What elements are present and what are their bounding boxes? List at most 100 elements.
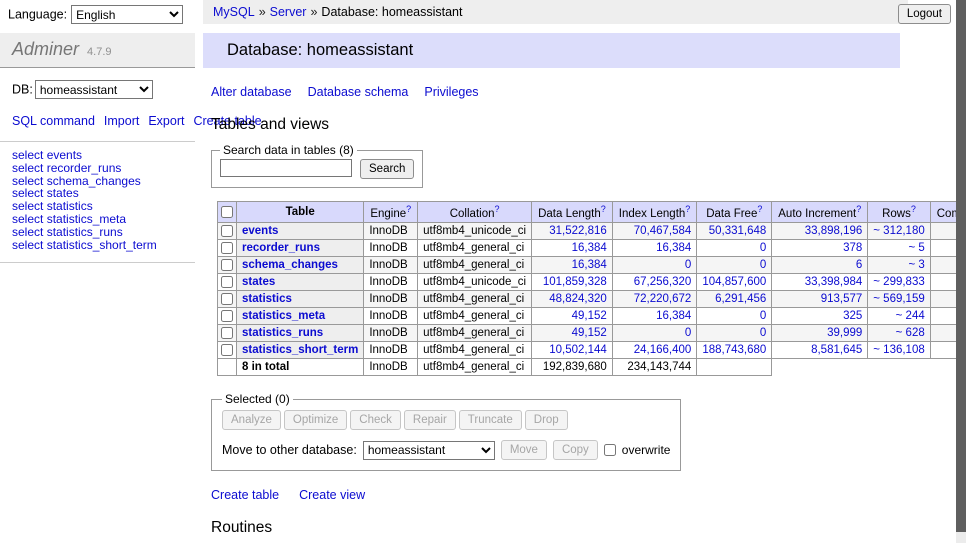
copy-button[interactable]: Copy bbox=[553, 440, 598, 460]
export-link[interactable]: Export bbox=[148, 114, 184, 128]
overwrite-checkbox[interactable] bbox=[604, 444, 616, 456]
data-free-link[interactable]: 50,331,648 bbox=[709, 225, 767, 237]
row-checkbox[interactable] bbox=[221, 242, 233, 254]
row-checkbox[interactable] bbox=[221, 293, 233, 305]
optimize-button[interactable]: Optimize bbox=[284, 410, 347, 430]
auto-increment-link[interactable]: 33,398,984 bbox=[805, 276, 863, 288]
auto-increment-link[interactable]: 6 bbox=[856, 259, 862, 271]
overwrite-label[interactable]: overwrite bbox=[622, 443, 671, 457]
row-checkbox[interactable] bbox=[221, 344, 233, 356]
move-button[interactable]: Move bbox=[501, 440, 547, 460]
analyze-button[interactable]: Analyze bbox=[222, 410, 281, 430]
data-free-link[interactable]: 0 bbox=[760, 310, 766, 322]
language-select[interactable]: English bbox=[71, 5, 183, 24]
database-schema-link[interactable]: Database schema bbox=[308, 85, 409, 99]
data-free-link[interactable]: 0 bbox=[760, 259, 766, 271]
move-db-select[interactable]: homeassistant bbox=[363, 441, 495, 460]
sql-command-link[interactable]: SQL command bbox=[12, 114, 95, 128]
rows-count-link[interactable]: ~ 5 bbox=[908, 242, 924, 254]
data-free-link[interactable]: 0 bbox=[760, 327, 766, 339]
index-length-cell: 0 bbox=[612, 325, 697, 342]
index-length-link[interactable]: 0 bbox=[685, 327, 691, 339]
language-bar: Language:English bbox=[8, 5, 183, 24]
auto-increment-link[interactable]: 39,999 bbox=[827, 327, 862, 339]
table-link[interactable]: schema_changes bbox=[242, 259, 338, 271]
column-help-link[interactable]: ? bbox=[406, 204, 411, 214]
data-length-link[interactable]: 10,502,144 bbox=[549, 344, 607, 356]
app-title-link[interactable]: Adminer bbox=[12, 39, 79, 59]
rows-count-link[interactable]: ~ 312,180 bbox=[873, 225, 924, 237]
data-free-link[interactable]: 188,743,680 bbox=[702, 344, 766, 356]
db-select[interactable]: homeassistant bbox=[35, 80, 153, 99]
index-length-link[interactable]: 70,467,584 bbox=[634, 225, 692, 237]
import-link[interactable]: Import bbox=[104, 114, 139, 128]
create-table-link-main[interactable]: Create table bbox=[211, 488, 279, 502]
table-select-link[interactable]: select bbox=[12, 238, 43, 252]
row-checkbox[interactable] bbox=[221, 327, 233, 339]
scrollbar-thumb[interactable] bbox=[956, 0, 966, 532]
column-help-link[interactable]: ? bbox=[601, 204, 606, 214]
data-length-link[interactable]: 31,522,816 bbox=[549, 225, 607, 237]
table-link[interactable]: statistics bbox=[242, 293, 292, 305]
privileges-link[interactable]: Privileges bbox=[424, 85, 478, 99]
rows-count-link[interactable]: ~ 3 bbox=[908, 259, 924, 271]
column-help-link[interactable]: ? bbox=[856, 204, 861, 214]
auto-increment-link[interactable]: 913,577 bbox=[821, 293, 863, 305]
table-name-link[interactable]: statistics_short_term bbox=[47, 238, 157, 252]
rows-count-link[interactable]: ~ 628 bbox=[896, 327, 925, 339]
row-checkbox[interactable] bbox=[221, 310, 233, 322]
index-length-link[interactable]: 24,166,400 bbox=[634, 344, 692, 356]
select-all-checkbox[interactable] bbox=[221, 206, 233, 218]
index-length-link[interactable]: 0 bbox=[685, 259, 691, 271]
table-link[interactable]: recorder_runs bbox=[242, 242, 320, 254]
data-free-link[interactable]: 104,857,600 bbox=[702, 276, 766, 288]
drop-button[interactable]: Drop bbox=[525, 410, 568, 430]
table-link[interactable]: statistics_short_term bbox=[242, 344, 358, 356]
row-checkbox[interactable] bbox=[221, 276, 233, 288]
rows-count-link[interactable]: ~ 244 bbox=[896, 310, 925, 322]
rows-count-link[interactable]: ~ 299,833 bbox=[873, 276, 924, 288]
row-checkbox[interactable] bbox=[221, 225, 233, 237]
column-help-link[interactable]: ? bbox=[757, 204, 762, 214]
index-length-link[interactable]: 16,384 bbox=[656, 310, 691, 322]
data-free-link[interactable]: 0 bbox=[760, 242, 766, 254]
db-selector-row: DB:homeassistant bbox=[0, 68, 195, 105]
table-link[interactable]: states bbox=[242, 276, 275, 288]
alter-database-link[interactable]: Alter database bbox=[211, 85, 292, 99]
index-length-link[interactable]: 16,384 bbox=[656, 242, 691, 254]
search-input[interactable] bbox=[220, 159, 352, 177]
index-length-link[interactable]: 67,256,320 bbox=[634, 276, 692, 288]
check-button[interactable]: Check bbox=[350, 410, 401, 430]
data-length-link[interactable]: 48,824,320 bbox=[549, 293, 607, 305]
auto-increment-link[interactable]: 33,898,196 bbox=[805, 225, 863, 237]
data-length-link[interactable]: 16,384 bbox=[572, 242, 607, 254]
breadcrumb-mysql-link[interactable]: MySQL bbox=[213, 5, 255, 19]
row-checkbox[interactable] bbox=[221, 259, 233, 271]
column-help-link[interactable]: ? bbox=[494, 204, 499, 214]
search-button[interactable]: Search bbox=[360, 159, 414, 179]
data-length-link[interactable]: 49,152 bbox=[572, 327, 607, 339]
column-help-link[interactable]: ? bbox=[911, 204, 916, 214]
collation-cell: utf8mb4_general_ci bbox=[418, 256, 532, 273]
table-link[interactable]: events bbox=[242, 225, 278, 237]
column-help-link[interactable]: ? bbox=[685, 204, 690, 214]
create-view-link[interactable]: Create view bbox=[299, 488, 365, 502]
repair-button[interactable]: Repair bbox=[404, 410, 456, 430]
truncate-button[interactable]: Truncate bbox=[459, 410, 522, 430]
auto-increment-link[interactable]: 378 bbox=[843, 242, 862, 254]
table-link[interactable]: statistics_runs bbox=[242, 327, 323, 339]
data-length-link[interactable]: 16,384 bbox=[572, 259, 607, 271]
data-free-link[interactable]: 6,291,456 bbox=[715, 293, 766, 305]
data-length-link[interactable]: 49,152 bbox=[572, 310, 607, 322]
table-link[interactable]: statistics_meta bbox=[242, 310, 325, 322]
breadcrumb-server-link[interactable]: Server bbox=[270, 5, 307, 19]
auto-increment-link[interactable]: 325 bbox=[843, 310, 862, 322]
data-length-link[interactable]: 101,859,328 bbox=[543, 276, 607, 288]
logout-button[interactable]: Logout bbox=[898, 4, 951, 24]
auto-increment-link[interactable]: 8,581,645 bbox=[811, 344, 862, 356]
rows-count-link[interactable]: ~ 569,159 bbox=[873, 293, 924, 305]
rows-count-link[interactable]: ~ 136,108 bbox=[873, 344, 924, 356]
data-free-cell: 0 bbox=[697, 307, 772, 324]
vertical-scrollbar[interactable] bbox=[956, 0, 966, 543]
index-length-link[interactable]: 72,220,672 bbox=[634, 293, 692, 305]
